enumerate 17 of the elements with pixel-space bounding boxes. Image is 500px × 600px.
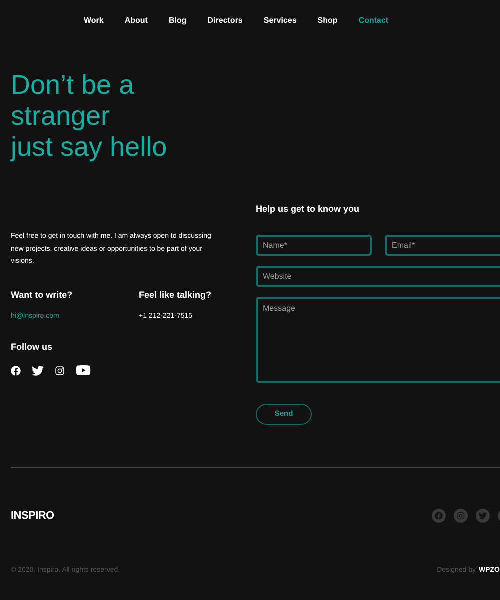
nav-link[interactable]: Services xyxy=(264,15,297,40)
name-field[interactable]: Name* xyxy=(256,234,372,256)
logo[interactable]: INSPIRO xyxy=(11,508,54,524)
nav-link[interactable]: Blog xyxy=(168,15,187,40)
nav-link[interactable]: Shop xyxy=(318,15,338,40)
form-heading: Help us get to know you xyxy=(256,203,360,216)
section-heading: Feel like talking? xyxy=(139,288,212,302)
section-heading: Want to write? xyxy=(11,288,73,302)
nav-link[interactable]: Directors xyxy=(208,15,243,40)
section-heading: Follow us xyxy=(11,340,52,354)
nav-link[interactable]: Work xyxy=(84,15,104,40)
website-field[interactable]: Website xyxy=(256,266,500,286)
message-field[interactable]: Message xyxy=(256,296,500,382)
nav-link[interactable]: About xyxy=(124,15,148,40)
nav-link[interactable]: Contact xyxy=(358,15,389,40)
email-field[interactable]: Email* xyxy=(385,234,500,256)
hero-heading: Don’t be a stranger just say hello xyxy=(11,70,168,163)
